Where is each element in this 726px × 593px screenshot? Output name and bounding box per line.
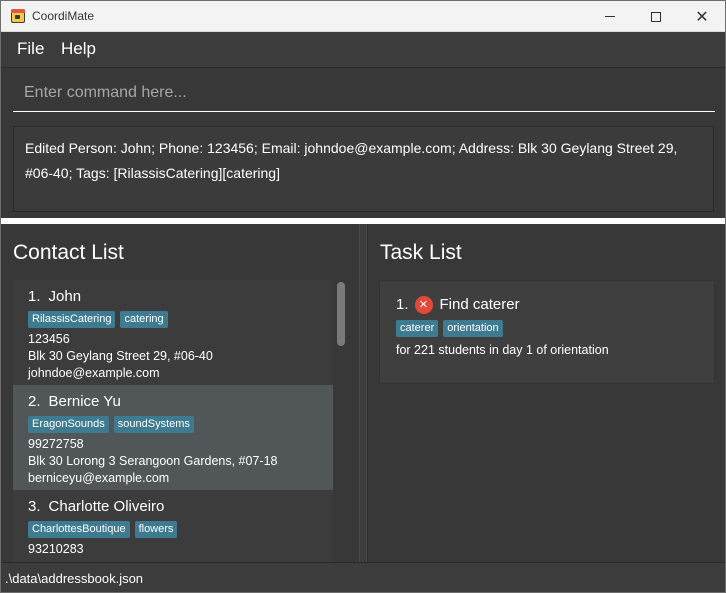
contact-phone: 93210283 [28,542,84,556]
task-name: Find caterer [439,296,520,313]
task-tags: caterer orientation [396,320,698,339]
contact-phone: 123456 [28,332,70,346]
result-display-pane: Edited Person: John; Phone: 123456; Emai… [1,120,725,218]
contact-card[interactable]: 1. John RilassisCatering catering 123456 … [13,280,333,385]
contact-phone: 99272758 [28,437,84,451]
task-list-panel: Task List 1. ✕ Find caterer caterer orie… [367,224,725,562]
task-index: 1. [396,296,409,313]
contact-tags: RilassisCatering catering [28,311,318,330]
close-button[interactable]: ✕ [679,1,725,32]
not-done-icon: ✕ [414,295,433,314]
contact-name-row: 1. John [28,288,318,309]
contact-list-panel: Contact List 1. John RilassisCatering cat… [1,224,361,562]
close-icon: ✕ [695,6,709,26]
minimize-button[interactable] [587,1,633,32]
minimize-icon [605,16,615,17]
contact-name: Bernice Yu [48,393,121,410]
contact-tags: EragonSounds soundSystems [28,416,318,435]
save-file-path: .\data\addressbook.json [5,571,144,586]
contact-card[interactable]: 3. Charlotte Oliveiro CharlottesBoutique … [13,490,333,562]
contact-tags: CharlottesBoutique flowers [28,521,318,540]
contact-card[interactable]: 2. Bernice Yu EragonSounds soundSystems 9… [13,385,333,490]
tag: orientation [443,320,503,337]
status-bar: .\data\addressbook.json [1,562,725,592]
panel-divider[interactable] [359,224,367,562]
task-name-row: 1. ✕ Find caterer [396,293,698,316]
contact-name-row: 2. Bernice Yu [28,393,318,414]
result-display: Edited Person: John; Phone: 123456; Emai… [13,126,714,212]
contact-email: johndoe@example.com [28,366,160,380]
main-panels: Contact List 1. John RilassisCatering cat… [1,224,725,562]
tag: soundSystems [113,416,194,433]
contact-index: 2. [28,393,41,410]
tag: flowers [134,521,178,538]
command-input[interactable] [13,74,715,112]
contact-name: Charlotte Oliveiro [48,498,165,515]
tag: caterer [396,320,439,337]
calendar-app-icon [11,9,25,23]
contact-address: Blk 30 Geylang Street 29, #06-40 [28,349,213,363]
contact-email: berniceyu@example.com [28,471,170,485]
contact-index: 1. [28,288,41,305]
menu-file[interactable]: File [17,39,44,59]
window-title: CoordiMate [32,9,95,23]
tag: RilassisCatering [28,311,116,328]
contact-name-row: 3. Charlotte Oliveiro [28,498,318,519]
contact-name: John [48,288,82,305]
menu-help[interactable]: Help [61,39,96,59]
task-list-title: Task List [380,241,462,264]
tag: CharlottesBoutique [28,521,130,538]
tag: catering [120,311,168,328]
contact-list-scrollbar[interactable] [337,282,345,346]
task-description: for 221 students in day 1 of orientation [396,343,609,357]
contact-list-title: Contact List [13,241,124,264]
command-box [1,68,725,120]
maximize-icon [651,11,661,22]
contact-address: Blk 30 Lorong 3 Serangoon Gardens, #07-1… [28,454,278,468]
tag: EragonSounds [28,416,109,433]
maximize-button[interactable] [633,1,679,32]
title-bar: CoordiMate ✕ [1,1,725,32]
contact-index: 3. [28,498,41,515]
contact-list[interactable]: 1. John RilassisCatering catering 123456 … [13,280,333,562]
task-card[interactable]: 1. ✕ Find caterer caterer orientation fo… [379,280,715,384]
menu-bar: File Help [1,32,725,68]
app-window: CoordiMate ✕ File Help Edited Person: Jo… [0,0,726,593]
